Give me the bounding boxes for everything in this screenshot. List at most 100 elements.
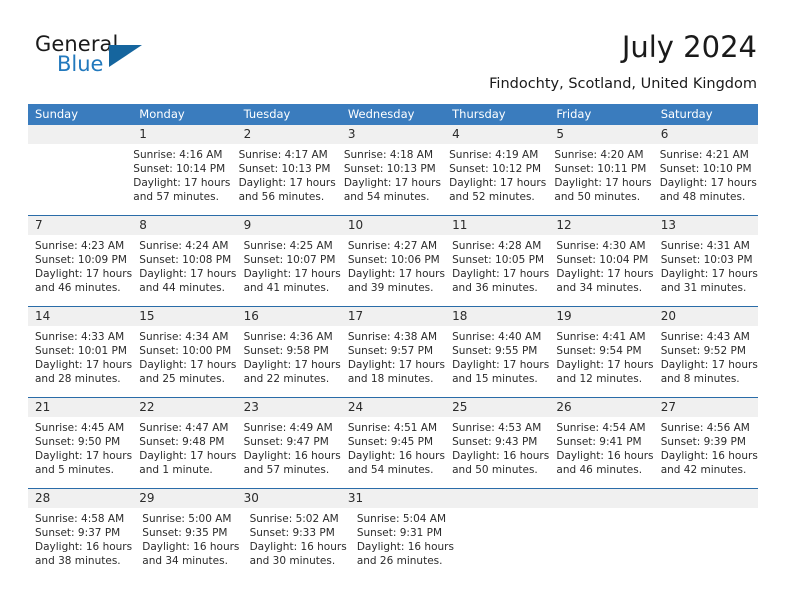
- day-daylight-line2-text: and 46 minutes.: [35, 282, 121, 294]
- day-cell[interactable]: Sunrise: 4:41 AM Sunset: 9:54 PM Daylight:…: [549, 326, 653, 397]
- day-number[interactable]: 28: [28, 489, 132, 508]
- day-sunset-text: Sunset: 10:03 PM: [660, 254, 753, 266]
- week-detail-band: Sunrise: 4:16 AM Sunset: 10:14 PM Daylight…: [28, 144, 758, 215]
- day-number[interactable]: 11: [445, 216, 549, 235]
- day-cell[interactable]: Sunrise: 4:25 AM Sunset: 10:07 PM Daylight…: [237, 235, 341, 306]
- day-cell[interactable]: Sunrise: 4:27 AM Sunset: 10:06 PM Daylight…: [341, 235, 445, 306]
- day-number[interactable]: 17: [341, 307, 445, 326]
- weekday-header-tuesday: Tuesday: [243, 107, 291, 121]
- weekday-header-saturday: Saturday: [660, 107, 713, 121]
- day-cell[interactable]: Sunrise: 4:30 AM Sunset: 10:04 PM Daylight…: [549, 235, 653, 306]
- day-sunrise-text: Sunrise: 5:04 AM: [356, 513, 447, 525]
- day-cell[interactable]: Sunrise: 4:56 AM Sunset: 9:39 PM Daylight:…: [654, 417, 758, 488]
- day-number[interactable]: 2: [237, 125, 341, 144]
- day-number[interactable]: 6: [654, 125, 758, 144]
- day-sunset-text: Sunset: 10:08 PM: [139, 254, 232, 266]
- weekday-header-wednesday: Wednesday: [347, 107, 415, 121]
- day-cell[interactable]: Sunrise: 4:40 AM Sunset: 9:55 PM Daylight:…: [445, 326, 549, 397]
- day-sunrise-text: Sunrise: 5:00 AM: [142, 513, 232, 525]
- day-number[interactable]: 10: [341, 216, 445, 235]
- day-number[interactable]: 19: [549, 307, 653, 326]
- day-number[interactable]: 23: [237, 398, 341, 417]
- day-cell[interactable]: Sunrise: 4:51 AM Sunset: 9:45 PM Daylight:…: [341, 417, 445, 488]
- day-cell[interactable]: Sunrise: 4:31 AM Sunset: 10:03 PM Daylight…: [654, 235, 758, 306]
- day-number[interactable]: 1: [132, 125, 236, 144]
- day-number[interactable]: 29: [132, 489, 236, 508]
- day-daylight-line2-text: and 50 minutes.: [554, 191, 641, 203]
- day-number[interactable]: 15: [132, 307, 236, 326]
- day-number[interactable]: 8: [132, 216, 236, 235]
- day-cell[interactable]: Sunrise: 4:21 AM Sunset: 10:10 PM Daylight…: [653, 144, 758, 215]
- day-sunset-text: Sunset: 9:52 PM: [660, 345, 746, 357]
- day-sunrise-text: Sunrise: 4:19 AM: [449, 149, 539, 161]
- day-cell[interactable]: Sunrise: 4:58 AM Sunset: 9:37 PM Daylight:…: [28, 508, 135, 579]
- day-number[interactable]: 14: [28, 307, 132, 326]
- day-cell[interactable]: Sunrise: 4:18 AM Sunset: 10:13 PM Daylight…: [337, 144, 442, 215]
- day-cell[interactable]: Sunrise: 4:49 AM Sunset: 9:47 PM Daylight:…: [237, 417, 341, 488]
- day-sunset-text: Sunset: 10:00 PM: [139, 345, 232, 357]
- week-detail-band: Sunrise: 4:33 AM Sunset: 10:01 PM Daylight…: [28, 326, 758, 397]
- day-daylight-line2-text: and 44 minutes.: [139, 282, 225, 294]
- day-number[interactable]: 26: [549, 398, 653, 417]
- day-number[interactable]: 5: [549, 125, 653, 144]
- day-cell[interactable]: Sunrise: 4:53 AM Sunset: 9:43 PM Daylight:…: [445, 417, 549, 488]
- day-sunset-text: Sunset: 9:50 PM: [35, 436, 121, 448]
- day-sunset-text: Sunset: 9:39 PM: [660, 436, 746, 448]
- week-detail-band: Sunrise: 4:45 AM Sunset: 9:50 PM Daylight:…: [28, 417, 758, 488]
- day-daylight-line1-text: Daylight: 16 hours: [356, 541, 454, 553]
- day-daylight-line2-text: and 1 minute.: [139, 464, 213, 476]
- day-number[interactable]: 24: [341, 398, 445, 417]
- day-sunrise-text: Sunrise: 4:51 AM: [347, 422, 438, 434]
- day-number[interactable]: 7: [28, 216, 132, 235]
- week-detail-band: Sunrise: 4:58 AM Sunset: 9:37 PM Daylight:…: [28, 508, 758, 579]
- day-cell[interactable]: Sunrise: 4:24 AM Sunset: 10:08 PM Daylight…: [132, 235, 236, 306]
- day-number[interactable]: 12: [549, 216, 653, 235]
- day-cell[interactable]: Sunrise: 5:02 AM Sunset: 9:33 PM Daylight:…: [243, 508, 350, 579]
- day-cell[interactable]: Sunrise: 4:20 AM Sunset: 10:11 PM Daylight…: [547, 144, 652, 215]
- day-cell-empty: [457, 508, 557, 579]
- day-number[interactable]: 13: [654, 216, 758, 235]
- day-number[interactable]: 30: [237, 489, 341, 508]
- calendar-week-row: 7 8 9 10 11 12 13 Sunrise: 4:23 AM Sunset: 10:09…: [28, 215, 758, 306]
- day-sunrise-text: Sunrise: 4:20 AM: [554, 149, 644, 161]
- day-sunset-text: Sunset: 10:13 PM: [238, 163, 331, 175]
- day-daylight-line1-text: Daylight: 17 hours: [243, 268, 341, 280]
- day-cell[interactable]: Sunrise: 4:54 AM Sunset: 9:41 PM Daylight:…: [549, 417, 653, 488]
- day-daylight-line2-text: and 22 minutes.: [243, 373, 330, 385]
- day-cell[interactable]: Sunrise: 4:47 AM Sunset: 9:48 PM Daylight:…: [132, 417, 236, 488]
- general-blue-logo[interactable]: General Blue: [35, 32, 165, 82]
- day-cell[interactable]: Sunrise: 4:23 AM Sunset: 10:09 PM Daylight…: [28, 235, 132, 306]
- day-cell[interactable]: Sunrise: 4:33 AM Sunset: 10:01 PM Daylight…: [28, 326, 132, 397]
- day-number[interactable]: 21: [28, 398, 132, 417]
- day-cell[interactable]: Sunrise: 5:00 AM Sunset: 9:35 PM Daylight:…: [135, 508, 242, 579]
- day-cell[interactable]: Sunrise: 4:36 AM Sunset: 9:58 PM Daylight:…: [237, 326, 341, 397]
- day-cell[interactable]: Sunrise: 4:38 AM Sunset: 9:57 PM Daylight:…: [341, 326, 445, 397]
- day-cell[interactable]: Sunrise: 5:04 AM Sunset: 9:31 PM Daylight:…: [350, 508, 457, 579]
- day-number[interactable]: 25: [445, 398, 549, 417]
- day-number-empty: [28, 125, 132, 144]
- day-cell[interactable]: Sunrise: 4:16 AM Sunset: 10:14 PM Daylight…: [126, 144, 231, 215]
- day-cell[interactable]: Sunrise: 4:17 AM Sunset: 10:13 PM Daylight…: [232, 144, 337, 215]
- day-cell[interactable]: Sunrise: 4:28 AM Sunset: 10:05 PM Daylight…: [445, 235, 549, 306]
- day-number[interactable]: 18: [445, 307, 549, 326]
- day-daylight-line1-text: Daylight: 17 hours: [659, 177, 757, 189]
- day-number[interactable]: 16: [237, 307, 341, 326]
- day-number[interactable]: 22: [132, 398, 236, 417]
- day-number[interactable]: 3: [341, 125, 445, 144]
- day-number[interactable]: 27: [654, 398, 758, 417]
- day-cell[interactable]: Sunrise: 4:19 AM Sunset: 10:12 PM Daylight…: [442, 144, 547, 215]
- day-cell[interactable]: Sunrise: 4:43 AM Sunset: 9:52 PM Daylight:…: [654, 326, 758, 397]
- day-daylight-line1-text: Daylight: 17 hours: [35, 359, 133, 371]
- day-number[interactable]: 4: [445, 125, 549, 144]
- day-number[interactable]: 31: [341, 489, 445, 508]
- day-sunset-text: Sunset: 10:11 PM: [554, 163, 647, 175]
- day-daylight-line1-text: Daylight: 16 hours: [556, 450, 654, 462]
- day-cell[interactable]: Sunrise: 4:45 AM Sunset: 9:50 PM Daylight:…: [28, 417, 132, 488]
- day-sunset-text: Sunset: 9:48 PM: [139, 436, 225, 448]
- day-cell[interactable]: Sunrise: 4:34 AM Sunset: 10:00 PM Daylight…: [132, 326, 236, 397]
- day-cell-empty: [658, 508, 758, 579]
- day-sunset-text: Sunset: 10:06 PM: [347, 254, 440, 266]
- day-number[interactable]: 9: [237, 216, 341, 235]
- day-sunset-text: Sunset: 9:35 PM: [142, 527, 228, 539]
- day-number[interactable]: 20: [654, 307, 758, 326]
